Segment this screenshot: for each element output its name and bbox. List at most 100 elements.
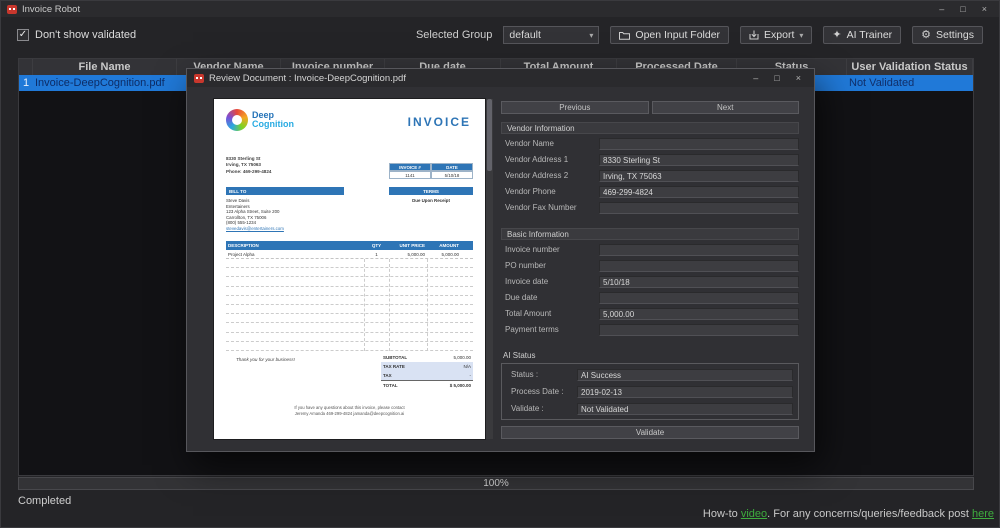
subtotal-label: SUBTOTAL xyxy=(383,355,408,360)
previous-button[interactable]: Previous xyxy=(501,101,649,114)
validate-button[interactable]: Validate xyxy=(501,426,799,439)
here-link[interactable]: here xyxy=(972,508,994,520)
terms-header: TERMS xyxy=(389,187,473,195)
export-button[interactable]: Export ▾ xyxy=(740,26,813,44)
open-input-folder-button[interactable]: Open Input Folder xyxy=(610,26,730,44)
po-number-input[interactable] xyxy=(599,259,799,272)
review-document-dialog: Review Document : Invoice-DeepCognition.… xyxy=(187,69,814,451)
validate-status-value[interactable]: Not Validated xyxy=(577,402,793,415)
minimize-button[interactable]: – xyxy=(939,4,944,14)
vendor-address-2-label: Vendor Address 2 xyxy=(505,171,569,180)
terms-value: Due Upon Receipt xyxy=(412,198,450,203)
next-button[interactable]: Next xyxy=(651,101,799,114)
total-amount-label: Total Amount xyxy=(505,309,552,318)
row-number: 1 xyxy=(22,77,30,89)
thank-you-note: Thank you for your business! xyxy=(236,357,295,362)
item-amount: 5,000.00 xyxy=(441,251,459,257)
field-vendor-name: Vendor Name xyxy=(501,137,799,150)
gear-icon: ⚙ xyxy=(921,28,932,41)
checkbox-check-icon[interactable]: ✓ xyxy=(17,29,29,41)
items-header-amount: AMOUNT xyxy=(439,243,459,248)
due-date-label: Due date xyxy=(505,293,538,302)
process-date-label: Process Date : xyxy=(511,387,564,396)
column-header-user-validation-status[interactable]: User Validation Status xyxy=(847,59,973,75)
invoice-meta-table: INVOICE # DATE 1141 5/10/18 xyxy=(389,163,473,179)
invoice-number-label: Invoice number xyxy=(505,245,560,254)
invoice-number-input[interactable] xyxy=(599,243,799,256)
help-prefix: How-to xyxy=(702,508,738,520)
selected-group-label: Selected Group xyxy=(415,29,493,41)
dont-show-validated-checkbox[interactable]: ✓ Don't show validated xyxy=(17,29,136,41)
subtotal-value: 5,000.00 xyxy=(453,355,471,360)
tax-value: - xyxy=(469,373,472,378)
progress-percent: 100% xyxy=(483,478,509,489)
document-preview: Deep Cognition INVOICE 8330 Sterling St … xyxy=(214,99,485,439)
ai-status-box: Status : AI Success Process Date : 2019-… xyxy=(501,363,799,420)
ai-trainer-icon: ✦ xyxy=(832,28,842,41)
payment-terms-label: Payment terms xyxy=(505,325,559,334)
vendor-address-2-input[interactable]: Irving, TX 75063 xyxy=(599,169,799,182)
tax-rate-value: N/A xyxy=(463,364,471,369)
cell-file-name: Invoice-DeepCognition.pdf xyxy=(35,77,165,89)
close-button[interactable]: × xyxy=(982,4,987,14)
field-vendor-fax: Vendor Fax Number xyxy=(501,201,799,214)
help-text: How-to video. For any concerns/queries/f… xyxy=(703,508,994,520)
settings-label: Settings xyxy=(936,29,974,41)
vendor-name-input[interactable] xyxy=(599,137,799,150)
vendor-phone-input[interactable]: 469-299-4824 xyxy=(599,185,799,198)
items-header-unit-price: UNIT PRICE xyxy=(399,243,425,248)
invoice-date-input[interactable]: 5/10/18 xyxy=(599,275,799,288)
field-validate-status: Validate : Not Validated xyxy=(507,402,793,415)
vendor-fax-input[interactable] xyxy=(599,201,799,214)
dont-show-validated-label: Don't show validated xyxy=(35,29,137,41)
invoice-footer: If you have any questions about this inv… xyxy=(214,405,485,416)
invoice-title: INVOICE xyxy=(407,115,471,129)
invoice-items-table: DESCRIPTION QTY UNIT PRICE AMOUNT Projec… xyxy=(226,241,473,351)
item-description: Project Alpha xyxy=(228,251,255,257)
vendor-address-1-input[interactable]: 8330 Sterling St xyxy=(599,153,799,166)
ai-trainer-button[interactable]: ✦ AI Trainer xyxy=(823,26,902,44)
scrollbar-thumb[interactable] xyxy=(487,99,492,171)
empty-item-rows xyxy=(226,259,473,351)
titlebar: Invoice Robot – □ × xyxy=(1,1,999,17)
review-form-panel: Previous Next Vendor Information Vendor … xyxy=(501,101,799,439)
app-robot-icon xyxy=(194,73,204,83)
process-date-value[interactable]: 2019-02-13 xyxy=(577,385,793,398)
chevron-down-icon: ▾ xyxy=(589,30,594,40)
modal-title: Review Document : Invoice-DeepCognition.… xyxy=(209,72,406,84)
maximize-button[interactable]: □ xyxy=(960,4,965,14)
total-amount-input[interactable]: 5,000.00 xyxy=(599,307,799,320)
tax-label: TAX xyxy=(383,373,392,378)
progress-bar: 100% xyxy=(18,477,974,490)
vendor-fax-label: Vendor Fax Number xyxy=(505,203,577,212)
field-process-date: Process Date : 2019-02-13 xyxy=(507,385,793,398)
status-text: Completed xyxy=(18,495,72,507)
app-window: Invoice Robot – □ × ✓ Don't show validat… xyxy=(0,0,1000,528)
modal-body: Deep Cognition INVOICE 8330 Sterling St … xyxy=(187,87,814,451)
help-middle: . For any concerns/queries/feedback post xyxy=(767,508,969,520)
tax-rate-label: TAX RATE xyxy=(383,364,405,369)
field-total-amount: Total Amount 5,000.00 xyxy=(501,307,799,320)
open-input-folder-label: Open Input Folder xyxy=(635,29,721,41)
modal-close-button[interactable]: × xyxy=(796,73,801,83)
ai-trainer-label: AI Trainer xyxy=(846,29,893,41)
settings-button[interactable]: ⚙ Settings xyxy=(912,26,983,44)
document-scrollbar[interactable] xyxy=(486,99,493,439)
footer-line: Jeremy Amanda 469-299-4824 jamanda@deepc… xyxy=(294,410,405,416)
modal-minimize-button[interactable]: – xyxy=(753,73,758,83)
video-link[interactable]: video xyxy=(741,508,767,520)
modal-maximize-button[interactable]: □ xyxy=(774,73,779,83)
field-vendor-address-2: Vendor Address 2 Irving, TX 75063 xyxy=(501,169,799,182)
ai-status-value[interactable]: AI Success xyxy=(577,368,793,381)
bill-to-block: Steve Davis Entertainers 123 Alpha Stree… xyxy=(226,198,284,232)
selected-group-dropdown[interactable]: default ▾ xyxy=(503,26,600,44)
due-date-input[interactable] xyxy=(599,291,799,304)
column-header-file-name[interactable]: File Name xyxy=(33,59,177,75)
payment-terms-input[interactable] xyxy=(599,323,799,336)
invoice-number-header: INVOICE # xyxy=(389,163,431,171)
invoice-totals-table: SUBTOTAL 5,000.00 TAX RATE N/A TAX - TOT… xyxy=(381,353,473,389)
field-due-date: Due date xyxy=(501,291,799,304)
field-po-number: PO number xyxy=(501,259,799,272)
bill-to-email: stevedavis@entertainers.com xyxy=(226,225,284,231)
window-title: Invoice Robot xyxy=(22,3,81,15)
